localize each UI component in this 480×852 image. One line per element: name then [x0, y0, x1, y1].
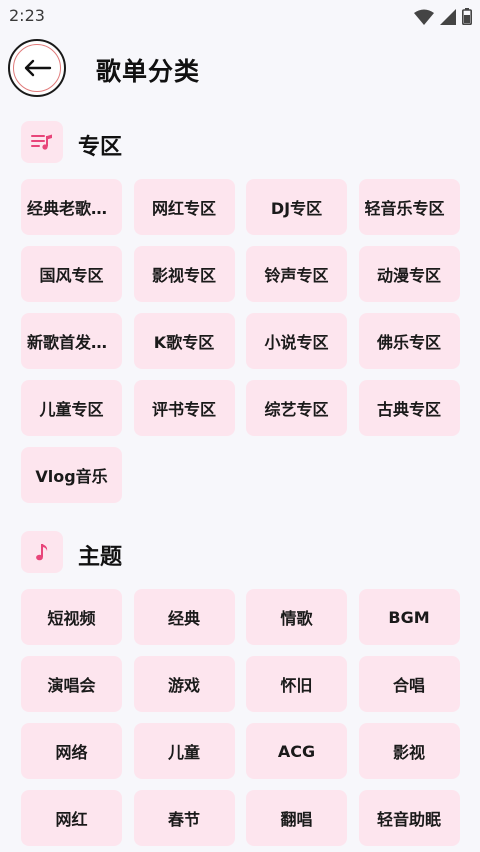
category-chip[interactable]: 动漫专区 — [358, 246, 460, 302]
theme-chip[interactable]: 轻音助眠 — [358, 790, 460, 846]
theme-chip[interactable]: 网红 — [21, 790, 122, 846]
category-chip[interactable]: 评书专区 — [133, 380, 235, 436]
theme-chip[interactable]: ACG — [246, 723, 347, 779]
category-chip[interactable]: DJ专区 — [246, 179, 347, 235]
page-title: 歌单分类 — [96, 57, 201, 86]
back-button-ring — [13, 44, 61, 92]
theme-chip[interactable]: 情歌 — [246, 589, 347, 645]
themes-grid: 短视频 经典 情歌 BGM 演唱会 游戏 怀旧 合唱 网络 儿童 ACG 影视 … — [21, 589, 461, 846]
section-header-themes: 主题 — [21, 531, 461, 575]
theme-chip[interactable]: 演唱会 — [21, 656, 122, 712]
zones-grid: 经典老歌专区 网红专区 DJ专区 轻音乐专区 国风专区 影视专区 铃声专区 动漫… — [21, 179, 461, 503]
music-note-icon — [21, 531, 63, 573]
wifi-icon — [414, 9, 434, 25]
theme-chip[interactable]: 影视 — [358, 723, 460, 779]
theme-chip[interactable]: 经典 — [133, 589, 235, 645]
section-header-zones: 专区 — [21, 121, 461, 165]
category-chip[interactable]: 小说专区 — [246, 313, 347, 369]
theme-chip[interactable]: 网络 — [21, 723, 122, 779]
app-header: 歌单分类 — [0, 34, 480, 108]
category-chip[interactable]: 经典老歌专区 — [21, 179, 122, 235]
category-chip[interactable]: Vlog音乐 — [21, 447, 122, 503]
category-chip[interactable]: 铃声专区 — [246, 246, 347, 302]
category-chip[interactable]: 古典专区 — [358, 380, 460, 436]
status-icons — [414, 8, 472, 25]
category-chip[interactable]: 综艺专区 — [246, 380, 347, 436]
status-bar: 2:23 — [0, 0, 480, 34]
theme-chip[interactable]: 怀旧 — [246, 656, 347, 712]
theme-chip[interactable]: 春节 — [133, 790, 235, 846]
section-title: 主题 — [78, 545, 123, 570]
category-chip[interactable]: 网红专区 — [133, 179, 235, 235]
cellular-signal-icon — [440, 8, 456, 25]
theme-chip[interactable]: 合唱 — [358, 656, 460, 712]
category-chip[interactable]: 佛乐专区 — [358, 313, 460, 369]
theme-chip[interactable]: 儿童 — [133, 723, 235, 779]
category-chip[interactable]: 儿童专区 — [21, 380, 122, 436]
category-chip[interactable]: 轻音乐专区 — [358, 179, 460, 235]
category-chip[interactable]: K歌专区 — [133, 313, 235, 369]
section-title: 专区 — [78, 135, 123, 160]
battery-icon — [462, 8, 472, 25]
back-button[interactable] — [8, 39, 66, 97]
status-time: 2:23 — [9, 6, 45, 25]
theme-chip[interactable]: 短视频 — [21, 589, 122, 645]
category-chip[interactable]: 新歌首发专区 — [21, 313, 122, 369]
theme-chip[interactable]: 游戏 — [133, 656, 235, 712]
category-chip[interactable]: 影视专区 — [133, 246, 235, 302]
category-chip[interactable]: 国风专区 — [21, 246, 122, 302]
theme-chip[interactable]: BGM — [358, 589, 460, 645]
playlist-music-icon — [21, 121, 63, 163]
theme-chip[interactable]: 翻唱 — [246, 790, 347, 846]
